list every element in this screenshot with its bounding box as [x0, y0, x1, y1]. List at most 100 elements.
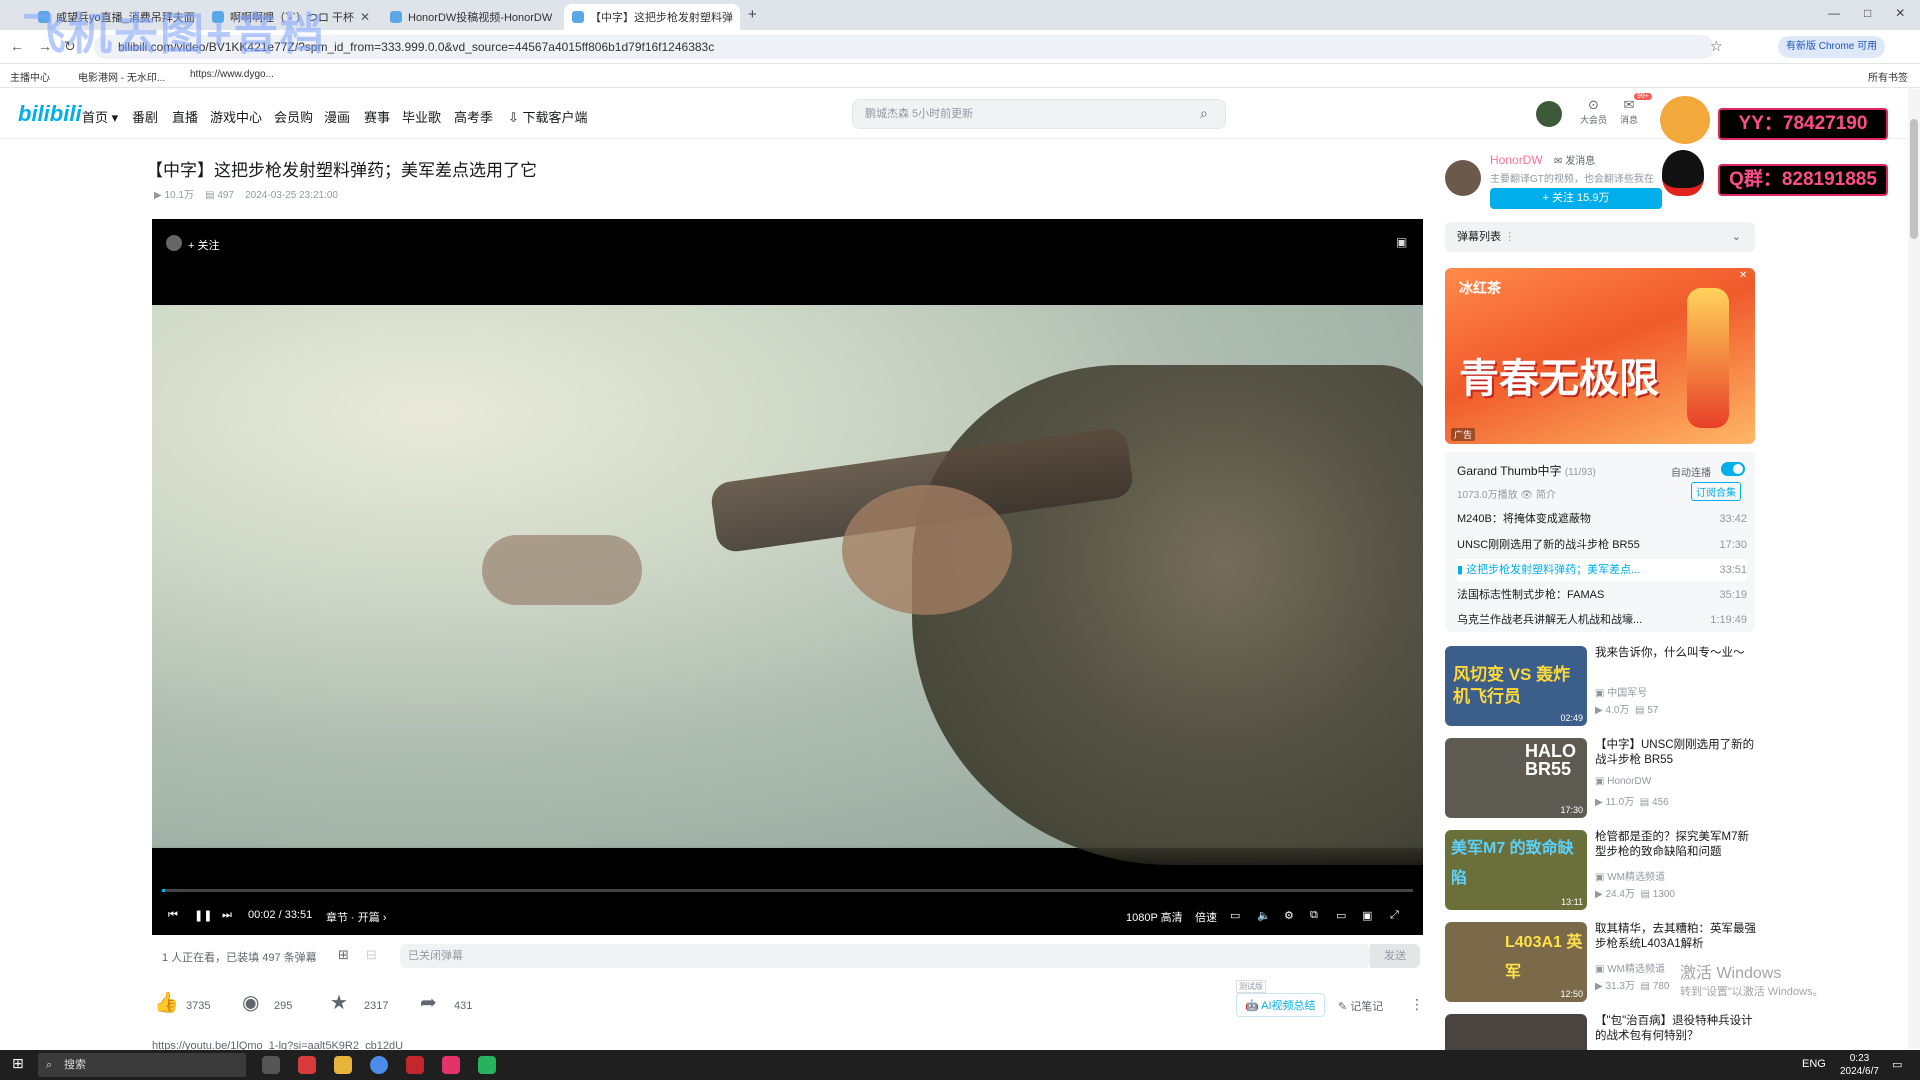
search-input[interactable]: 鹏城杰森 5小时前更新	[852, 99, 1226, 129]
page-scrollbar[interactable]	[1908, 89, 1920, 1049]
chrome-icon[interactable]	[370, 1056, 388, 1074]
playlist-item[interactable]: UNSC刚刚选用了新的战斗步枪 BR55 17:30	[1457, 534, 1747, 556]
play-count-icon: ▶	[1595, 797, 1603, 808]
star-icon[interactable]: ☆	[1710, 38, 1723, 55]
more-icon[interactable]: ⋮	[1410, 996, 1424, 1013]
browser-tab-4[interactable]: 【中字】这把步枪发射塑料弹✕	[564, 4, 740, 30]
playlist-title[interactable]: Garand Thumb中字 (11/93)	[1457, 462, 1596, 479]
nav-home[interactable]: 首页 ▾	[82, 107, 118, 126]
app-icon[interactable]	[478, 1056, 496, 1074]
nav-item[interactable]: 直播	[172, 107, 198, 126]
close-icon[interactable]: ✕	[1739, 270, 1747, 281]
bookmark-item[interactable]: 主播中心	[10, 69, 50, 84]
up-avatar[interactable]	[1445, 160, 1481, 196]
video-player[interactable]: + 关注 ▣ ⏮ ❚❚ ⏭ 00:02 / 33:51 章节 · 开篇 › 10…	[152, 219, 1423, 935]
favorite-icon[interactable]: ★	[330, 990, 348, 1015]
bookmark-item[interactable]: https://www.dygo...	[190, 69, 274, 80]
start-icon[interactable]: ⊞	[12, 1055, 24, 1072]
playlist-item[interactable]: 法国标志性制式步枪：FAMAS 35:19	[1457, 584, 1747, 606]
language-indicator[interactable]: ENG	[1802, 1058, 1826, 1070]
coin-icon[interactable]: ◉	[242, 990, 259, 1015]
taskbar-search[interactable]: ⌕ 搜索	[38, 1053, 246, 1077]
url-input[interactable]: bilibili.com/video/BV1KK421e77Z/?spm_id_…	[94, 35, 1714, 59]
bookmark-item[interactable]: 电影港网 - 无水印...	[78, 69, 165, 84]
nav-item[interactable]: 会员购	[274, 107, 313, 126]
prev-icon[interactable]: ⏮	[168, 909, 178, 922]
site-logo[interactable]: bilibili	[18, 101, 82, 127]
autoplay-toggle[interactable]	[1721, 462, 1745, 476]
quality-button[interactable]: 1080P 高清	[1126, 909, 1183, 925]
ad-badge: 广告	[1451, 428, 1476, 441]
settings-icon[interactable]: ⚙	[1284, 909, 1294, 922]
video-meta: ▶ 10.1万 ▤ 497 2024-03-25 23:21:00	[154, 190, 338, 201]
pip-icon[interactable]: ⧉	[1310, 909, 1318, 922]
notes-button[interactable]: ✎ 记笔记	[1338, 998, 1383, 1014]
fullscreen-icon[interactable]: ⤢	[1390, 909, 1399, 922]
browser-tab-3[interactable]: HonorDW投稿视频-HonorDW✕	[382, 4, 560, 30]
file-explorer-icon[interactable]	[334, 1056, 352, 1074]
send-danmaku-button[interactable]: 发送	[1370, 944, 1420, 968]
nav-item[interactable]: 高考季	[454, 107, 493, 126]
coin-count: 295	[274, 1000, 293, 1012]
action-row: 👍 3735 ◉ 295 ★ 2317 ➦ 431 测试版 🤖 AI视频总结 ✎…	[152, 980, 1424, 1026]
ad-brand: 冰红茶	[1459, 280, 1501, 296]
recommended-video[interactable]: 【"包"治百病】退役特种兵设计的战术包有何特别？	[1445, 1014, 1757, 1050]
chrome-update-button[interactable]: 有新版 Chrome 可用	[1778, 36, 1886, 58]
close-icon[interactable]: ✕	[733, 10, 740, 24]
danmaku-toggle-icon[interactable]: ⊞	[338, 947, 349, 963]
nav-download[interactable]: ⇩ 下载客户端	[508, 107, 588, 126]
follow-button[interactable]: + 关注 15.9万	[1490, 188, 1662, 209]
recommended-video[interactable]: 风切变 VS 轰炸机飞行员 02:49 我来告诉你，什么叫专～业～ ▣ 中国军号 …	[1445, 646, 1757, 726]
playlist-item-current[interactable]: ▮ 这把步枪发射塑料弹药；美军差点... 33:51	[1457, 559, 1747, 581]
speed-button[interactable]: 倍速	[1195, 909, 1217, 925]
nav-item[interactable]: 毕业歌	[402, 107, 441, 126]
avatar[interactable]	[1536, 101, 1562, 127]
share-count: 431	[454, 1000, 473, 1012]
subscribe-playlist-button[interactable]: 订阅合集	[1691, 482, 1741, 501]
danmaku-list-toggle[interactable]: 弹幕列表 ⋮ ⌄	[1445, 222, 1755, 252]
web-fullscreen-icon[interactable]: ▣	[1362, 909, 1372, 922]
chapter-button[interactable]: 章节 · 开篇 ›	[326, 909, 387, 925]
new-tab-button[interactable]: +	[748, 6, 757, 23]
app-icon[interactable]	[298, 1056, 316, 1074]
message-button[interactable]: ✉ 发消息	[1554, 156, 1595, 167]
nav-item[interactable]: 游戏中心	[210, 107, 262, 126]
ad-banner[interactable]: 冰红茶 青春无极限 广告 ✕	[1445, 268, 1755, 444]
danmaku-settings-icon[interactable]: ⊟	[366, 947, 377, 963]
nav-item[interactable]: 漫画	[324, 107, 350, 126]
playlist-item[interactable]: 乌克兰作战老兵讲解无人机战和战壕... 1:19:49	[1457, 609, 1747, 631]
recommended-video[interactable]: HALO BR55 17:30 【中字】UNSC刚刚选用了新的战斗步枪 BR55 …	[1445, 738, 1757, 818]
app-icon[interactable]	[406, 1056, 424, 1074]
wide-mode-icon[interactable]: ▭	[1336, 909, 1346, 922]
recommended-title: 【中字】UNSC刚刚选用了新的战斗步枪 BR55	[1595, 739, 1755, 766]
nav-item[interactable]: 赛事	[364, 107, 390, 126]
nav-item[interactable]: 番剧	[132, 107, 158, 126]
player-follow-button[interactable]: + 关注	[188, 237, 219, 253]
close-icon[interactable]: ✕	[354, 10, 370, 24]
search-icon[interactable]: ⌕	[1200, 105, 1208, 122]
pause-icon[interactable]: ❚❚	[194, 909, 212, 922]
progress-bar[interactable]	[162, 889, 1413, 892]
feedback-icon[interactable]: ▣	[1396, 235, 1407, 249]
ai-summary-button[interactable]: 🤖 AI视频总结	[1236, 993, 1325, 1017]
messages-link[interactable]: ✉ 消息	[1620, 97, 1638, 126]
app-icon[interactable]	[442, 1056, 460, 1074]
download-icon: ⇩	[508, 110, 519, 125]
all-bookmarks[interactable]: 所有书签	[1868, 69, 1908, 84]
up-name[interactable]: HonorDW ✉ 发消息	[1490, 152, 1595, 167]
taskview-icon[interactable]	[262, 1056, 280, 1074]
vip-link[interactable]: ⊙ 大会员	[1580, 97, 1607, 126]
subtitle-icon[interactable]: ▭	[1230, 909, 1240, 922]
close-icon[interactable]: ✕	[552, 10, 560, 24]
like-icon[interactable]: 👍	[154, 990, 179, 1015]
next-icon[interactable]: ⏭	[222, 909, 232, 922]
clock[interactable]: 0:23 2024/6/7	[1840, 1052, 1879, 1078]
scrollbar-thumb[interactable]	[1910, 119, 1918, 239]
notification-icon[interactable]: ▭	[1892, 1058, 1902, 1071]
share-icon[interactable]: ➦	[420, 990, 437, 1015]
window-controls[interactable]: —□✕	[1828, 6, 1920, 20]
volume-icon[interactable]: 🔈	[1257, 909, 1271, 922]
danmaku-input[interactable]: 已关闭弹幕	[400, 944, 1370, 968]
recommended-video[interactable]: 美军M7 的致命缺陷 13:11 枪管都是歪的？探究美军M7新型步枪的致命缺陷和问…	[1445, 830, 1757, 910]
playlist-item[interactable]: M240B：将掩体变成遮蔽物 33:42	[1457, 508, 1747, 530]
